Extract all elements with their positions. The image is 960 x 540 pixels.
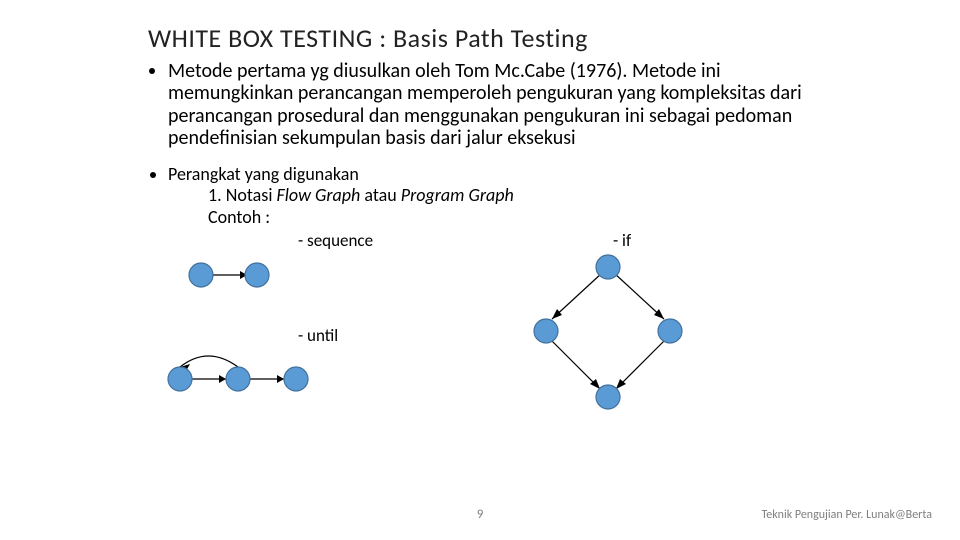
label-if: - if (613, 231, 631, 250)
graph-if (518, 249, 698, 419)
notasi-mid: atau (360, 184, 400, 206)
bullet-2: Perangkat yang digunakan 1. Notasi Flow … (168, 164, 820, 421)
label-until: - until (298, 326, 338, 345)
page-title: WHITE BOX TESTING : Basis Path Testing (148, 22, 960, 54)
notasi-em1: Flow Graph (277, 184, 361, 206)
bullet-list: Metode pertama yg diusulkan oleh Tom Mc.… (148, 60, 820, 421)
graphs-area: - sequence - if - until (168, 231, 820, 421)
notasi-contoh: Contoh : (208, 206, 270, 228)
slide-body: Metode pertama yg diusulkan oleh Tom Mc.… (148, 60, 820, 421)
footer-credit: Teknik Pengujian Per. Lunak@Berta (761, 508, 932, 522)
slide: WHITE BOX TESTING : Basis Path Testing M… (0, 0, 960, 540)
notasi-lead: 1. Notasi (208, 184, 277, 206)
bullet-1: Metode pertama yg diusulkan oleh Tom Mc.… (168, 60, 820, 150)
graph-until (158, 349, 338, 409)
bullet-2-text: Perangkat yang digunakan (168, 163, 359, 185)
notasi-em2: Program Graph (401, 184, 514, 206)
label-sequence: - sequence (298, 231, 373, 250)
graph-sequence (183, 255, 283, 295)
notasi-block: 1. Notasi Flow Graph atau Program Graph … (208, 184, 820, 229)
